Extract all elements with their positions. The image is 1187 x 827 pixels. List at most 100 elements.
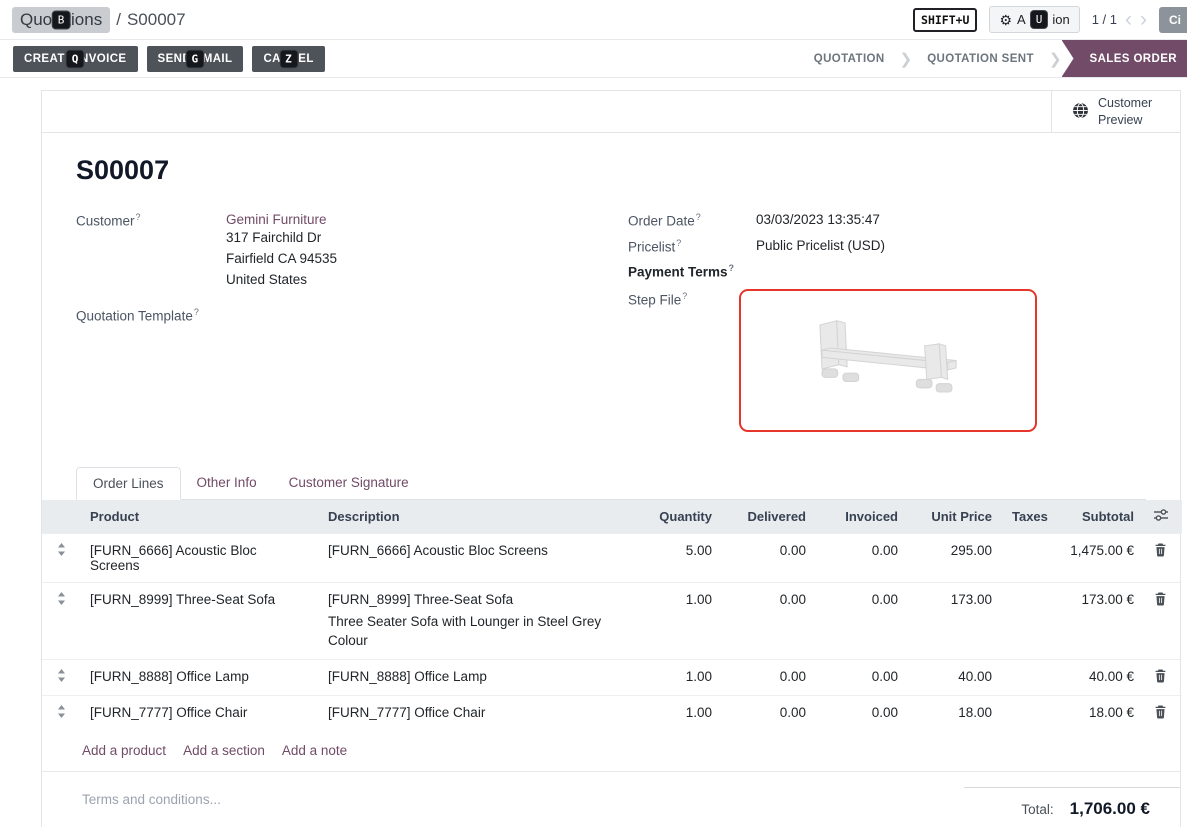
cell-invoiced[interactable]: 0.00 <box>816 695 908 731</box>
record-sheet: Customer Preview S00007 Customer? Gemini… <box>41 90 1181 827</box>
action-label-pre: A <box>1017 12 1026 27</box>
help-icon: ? <box>729 263 735 273</box>
tab-order-lines[interactable]: Order Lines <box>76 467 181 500</box>
pager-prev-icon[interactable]: ‹ <box>1125 9 1132 30</box>
pricelist-label: Pricelist? <box>628 238 756 255</box>
header-description[interactable]: Description <box>318 500 630 534</box>
cell-description[interactable]: [FURN_8888] Office Lamp <box>318 659 630 695</box>
cell-taxes[interactable] <box>1002 659 1048 695</box>
cell-quantity[interactable]: 1.00 <box>630 659 722 695</box>
keyboard-hint-badge: G <box>186 50 203 67</box>
record-pager: 1 / 1 ‹ › <box>1092 9 1147 30</box>
header-taxes[interactable]: Taxes <box>1002 500 1048 534</box>
status-step-quotation-sent[interactable]: QUOTATION SENT <box>912 40 1049 77</box>
sheet-body: S00007 Customer? Gemini Furniture 317 Fa… <box>42 133 1180 819</box>
header-invoiced[interactable]: Invoiced <box>816 500 908 534</box>
chevron-right-icon <box>900 40 913 77</box>
add-section-link[interactable]: Add a section <box>183 743 265 758</box>
add-note-link[interactable]: Add a note <box>282 743 347 758</box>
cell-unit-price[interactable]: 295.00 <box>908 533 1002 582</box>
help-icon: ? <box>696 212 701 222</box>
delete-row-icon[interactable] <box>1144 533 1182 582</box>
order-lines-table: Product Description Quantity Delivered I… <box>42 500 1182 731</box>
tab-customer-signature[interactable]: Customer Signature <box>273 467 425 499</box>
header-delivered[interactable]: Delivered <box>722 500 816 534</box>
sheet-footer: Terms and conditions... Total: 1,706.00 … <box>42 772 1180 819</box>
customer-link[interactable]: Gemini Furniture <box>226 212 327 227</box>
cell-unit-price[interactable]: 173.00 <box>908 582 1002 659</box>
create-invoice-button[interactable]: CREATE INVOICE Q <box>13 46 138 72</box>
shortcut-button[interactable]: SHIFT+U <box>913 8 977 32</box>
keyboard-hint-badge: Q <box>67 50 84 67</box>
chevron-right-icon <box>1049 40 1062 77</box>
step-file-preview[interactable] <box>739 289 1037 432</box>
cell-delivered[interactable]: 0.00 <box>722 659 816 695</box>
order-date-value[interactable]: 03/03/2023 13:35:47 <box>756 212 880 229</box>
field-payment-terms: Payment Terms? <box>628 263 1146 280</box>
header-quantity[interactable]: Quantity <box>630 500 722 534</box>
page-title: S00007 <box>76 155 1146 186</box>
drag-handle-icon[interactable] <box>57 705 66 721</box>
cancel-button[interactable]: CANCEL Z <box>252 46 324 72</box>
header-product[interactable]: Product <box>80 500 318 534</box>
delete-row-icon[interactable] <box>1144 582 1182 659</box>
field-order-date: Order Date? 03/03/2023 13:35:47 <box>628 212 1146 229</box>
send-email-button[interactable]: SEND EMAIL G <box>147 46 244 72</box>
status-step-quotation[interactable]: QUOTATION <box>799 40 900 77</box>
cell-delivered[interactable]: 0.00 <box>722 582 816 659</box>
drag-handle-icon[interactable] <box>57 669 66 685</box>
table-row[interactable]: [FURN_6666] Acoustic Bloc Screens [FURN_… <box>42 533 1182 582</box>
drag-handle-icon[interactable] <box>57 543 66 559</box>
add-product-link[interactable]: Add a product <box>82 743 166 758</box>
customer-preview-button[interactable]: Customer Preview <box>1051 91 1180 132</box>
cell-unit-price[interactable]: 18.00 <box>908 695 1002 731</box>
cell-unit-price[interactable]: 40.00 <box>908 659 1002 695</box>
cell-description[interactable]: [FURN_8999] Three-Seat Sofa Three Seater… <box>318 582 630 659</box>
cell-invoiced[interactable]: 0.00 <box>816 533 908 582</box>
cell-invoiced[interactable]: 0.00 <box>816 582 908 659</box>
fields-right-column: Order Date? 03/03/2023 13:35:47 Pricelis… <box>628 212 1146 441</box>
cell-invoiced[interactable]: 0.00 <box>816 659 908 695</box>
optional-columns-icon[interactable] <box>1144 500 1182 534</box>
action-label-post: ion <box>1052 12 1069 27</box>
cell-taxes[interactable] <box>1002 533 1048 582</box>
step-file-3d-render <box>788 304 988 417</box>
customer-address: 317 Fairchild Dr Fairfield CA 94535 Unit… <box>226 227 337 290</box>
cell-quantity[interactable]: 1.00 <box>630 582 722 659</box>
pricelist-value[interactable]: Public Pricelist (USD) <box>756 238 885 255</box>
cell-delivered[interactable]: 0.00 <box>722 533 816 582</box>
cell-taxes[interactable] <box>1002 582 1048 659</box>
edge-cutoff-button[interactable]: Ci <box>1159 7 1187 33</box>
header-handle <box>42 500 80 534</box>
tab-other-info[interactable]: Other Info <box>181 467 273 499</box>
keyboard-hint-badge: U <box>1031 11 1048 28</box>
cell-product[interactable]: [FURN_8999] Three-Seat Sofa <box>80 582 318 659</box>
action-menu-button[interactable]: ⚙ A U ion <box>989 6 1079 33</box>
cell-quantity[interactable]: 1.00 <box>630 695 722 731</box>
breadcrumb-quotations[interactable]: Quotations B <box>12 7 110 33</box>
delete-row-icon[interactable] <box>1144 695 1182 731</box>
cell-delivered[interactable]: 0.00 <box>722 695 816 731</box>
cell-description[interactable]: [FURN_6666] Acoustic Bloc Screens <box>318 533 630 582</box>
table-row[interactable]: [FURN_8999] Three-Seat Sofa [FURN_8999] … <box>42 582 1182 659</box>
table-row[interactable]: [FURN_7777] Office Chair [FURN_7777] Off… <box>42 695 1182 731</box>
cell-taxes[interactable] <box>1002 695 1048 731</box>
pager-next-icon[interactable]: › <box>1140 9 1147 30</box>
header-unit-price[interactable]: Unit Price <box>908 500 1002 534</box>
delete-row-icon[interactable] <box>1144 659 1182 695</box>
total-label: Total: <box>1021 802 1053 817</box>
sheet-header-bar: Customer Preview <box>42 91 1180 133</box>
cell-quantity[interactable]: 5.00 <box>630 533 722 582</box>
drag-handle-icon[interactable] <box>57 592 66 608</box>
terms-and-conditions-input[interactable]: Terms and conditions... <box>82 787 221 819</box>
status-step-sales-order[interactable]: SALES ORDER <box>1062 40 1187 77</box>
breadcrumb-separator: / <box>116 10 121 30</box>
cell-description[interactable]: [FURN_7777] Office Chair <box>318 695 630 731</box>
address-line: Fairfield CA 94535 <box>226 248 337 269</box>
customer-preview-label: Customer Preview <box>1098 95 1160 129</box>
cell-product[interactable]: [FURN_6666] Acoustic Bloc Screens <box>80 533 318 582</box>
header-subtotal[interactable]: Subtotal <box>1048 500 1144 534</box>
table-row[interactable]: [FURN_8888] Office Lamp [FURN_8888] Offi… <box>42 659 1182 695</box>
cell-product[interactable]: [FURN_7777] Office Chair <box>80 695 318 731</box>
cell-product[interactable]: [FURN_8888] Office Lamp <box>80 659 318 695</box>
